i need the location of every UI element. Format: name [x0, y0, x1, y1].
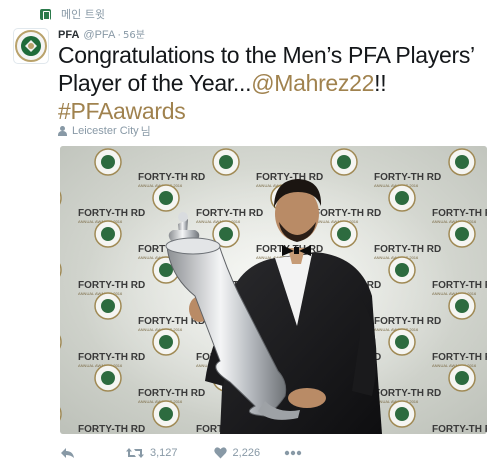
backdrop-title-text: FORTY-TH RD — [432, 424, 487, 434]
author-name[interactable]: PFA — [58, 29, 79, 41]
like-count: 2,226 — [232, 447, 261, 459]
backdrop-title-text: FORTY-TH RD — [314, 208, 381, 219]
backdrop-title-text: FORTY-TH RD — [432, 352, 487, 363]
backdrop-title-text: FORTY-TH RD — [432, 280, 487, 291]
mention-link[interactable]: @Mahrez22 — [251, 70, 374, 96]
backdrop-pfa-logo — [448, 292, 476, 320]
backdrop-title-text: FORTY-TH RD — [78, 352, 145, 363]
retweet-icon — [126, 448, 144, 458]
backdrop-pfa-logo — [388, 400, 416, 428]
retweet-button[interactable]: 3,127 — [126, 447, 178, 459]
backdrop-pfa-logo — [448, 148, 476, 176]
backdrop-pfa-logo — [330, 220, 358, 248]
location-name[interactable]: Leicester City — [72, 125, 139, 137]
backdrop-pfa-logo — [152, 328, 180, 356]
pinned-label-text: 메인 트윗 — [61, 8, 105, 21]
more-icon — [284, 450, 302, 456]
pin-icon — [40, 8, 51, 21]
tweet-text: Congratulations to the Men’s PFA Players… — [58, 41, 498, 125]
backdrop-pfa-logo — [94, 148, 122, 176]
backdrop-title-text: FORTY-TH RD — [78, 424, 145, 434]
retweet-count: 3,127 — [150, 447, 178, 459]
pinned-tweet-label: 메인 트윗 — [40, 7, 105, 21]
more-button[interactable] — [284, 450, 302, 456]
reply-icon — [61, 448, 74, 458]
author-handle[interactable]: @PFA — [83, 29, 115, 41]
backdrop-title-text: FORTY-TH RD — [374, 316, 441, 327]
backdrop-pfa-logo — [388, 328, 416, 356]
hashtag-link[interactable]: #PFAawards — [58, 98, 186, 124]
backdrop-pfa-logo — [94, 220, 122, 248]
reply-button[interactable] — [60, 447, 76, 459]
pfa-logo-icon — [15, 30, 47, 62]
backdrop-pfa-logo — [330, 148, 358, 176]
avatar[interactable] — [13, 28, 49, 64]
backdrop-title-text: FORTY-TH RD — [138, 388, 205, 399]
backdrop-pfa-logo — [212, 148, 240, 176]
backdrop-title-text: FORTY-TH RD — [78, 280, 145, 291]
tweet-header: PFA @PFA · 56분 — [58, 26, 145, 42]
backdrop-pfa-logo — [388, 256, 416, 284]
backdrop-pfa-logo — [152, 400, 180, 428]
backdrop-title-text: FORTY-TH RD — [138, 172, 205, 183]
like-button[interactable]: 2,226 — [213, 447, 261, 459]
backdrop-title-text: FORTY-TH RD — [78, 208, 145, 219]
backdrop-title-text: FORTY-TH RD — [374, 244, 441, 255]
backdrop-title-text: FORTY-TH RD — [432, 208, 487, 219]
backdrop-pfa-logo — [94, 364, 122, 392]
award-photo-image: FORTY-TH RDANNUAL AWARDS 2016FORTY-TH RD… — [60, 146, 487, 434]
backdrop-pfa-logo — [152, 184, 180, 212]
tweet-exclaim: !! — [374, 70, 387, 96]
location-suffix: 님 — [140, 125, 151, 138]
backdrop-title-text: FORTY-TH RD — [374, 388, 441, 399]
separator-dot: · — [117, 29, 122, 41]
heart-icon — [213, 447, 227, 459]
backdrop-pfa-logo — [448, 220, 476, 248]
tweet-time[interactable]: 56분 — [123, 26, 145, 41]
tweet-actions: 3,127 2,226 — [60, 444, 302, 462]
backdrop-title-text: FORTY-TH RD — [374, 172, 441, 183]
location-line: Leicester City 님 — [58, 123, 151, 139]
backdrop-title-text: FORTY-TH RD — [196, 208, 263, 219]
tweet-photo[interactable]: FORTY-TH RD ANNUAL AWARDS 2016 FORTY-TH RD… — [60, 146, 487, 434]
backdrop-pfa-logo — [448, 364, 476, 392]
backdrop-pfa-logo — [388, 184, 416, 212]
person-icon — [58, 126, 67, 136]
backdrop-pfa-logo — [94, 292, 122, 320]
